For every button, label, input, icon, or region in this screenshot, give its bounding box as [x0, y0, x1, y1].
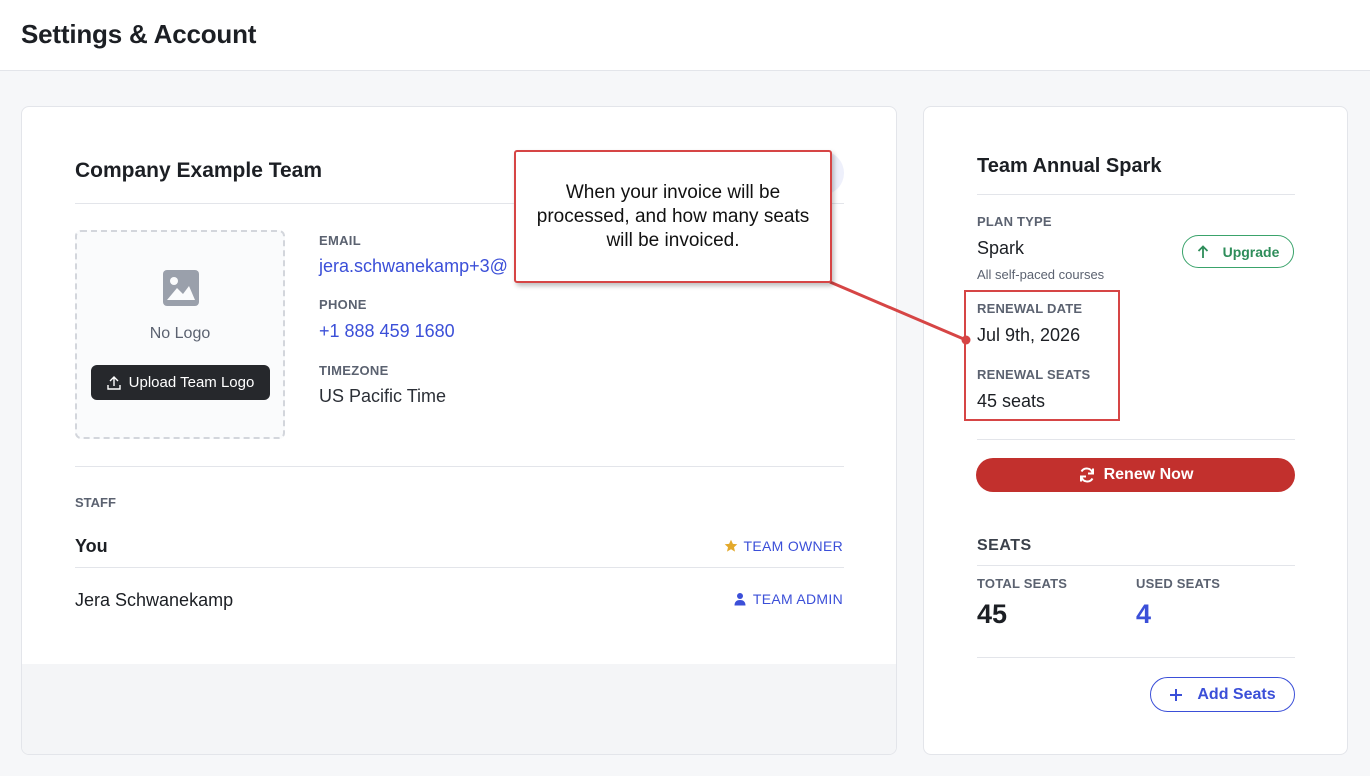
timezone-label: TIMEZONE: [319, 363, 389, 378]
email-label: EMAIL: [319, 233, 361, 248]
total-seats-value: 45: [977, 599, 1008, 629]
team-name: Company Example Team: [75, 159, 323, 182]
divider: [977, 657, 1295, 658]
role-badge-owner: TEAM OWNER: [724, 538, 843, 554]
staff-label: STAFF: [75, 495, 116, 510]
phone-link[interactable]: +1 888 459 1680: [319, 321, 455, 342]
plan-type-label: PLAN TYPE: [977, 214, 1052, 229]
renew-now-button[interactable]: Renew Now: [976, 458, 1295, 492]
upload-icon: [106, 375, 121, 390]
role-badge-admin: TEAM ADMIN: [733, 591, 843, 607]
plus-icon: [1170, 688, 1183, 701]
annotation-highlight-box: [964, 290, 1120, 421]
role-label: TEAM ADMIN: [752, 591, 843, 607]
upgrade-button[interactable]: Upgrade: [1182, 235, 1294, 268]
user-icon: [734, 593, 746, 606]
divider: [75, 567, 844, 568]
image-icon: [163, 270, 199, 306]
divider: [75, 466, 844, 467]
staff-member-name: Jera Schwanekamp: [75, 590, 234, 610]
card-footer: [22, 664, 896, 754]
add-seats-button[interactable]: Add Seats: [1150, 677, 1295, 712]
annotation-callout: When your invoice will be processed, and…: [514, 150, 832, 283]
seats-heading: SEATS: [977, 537, 1032, 554]
upload-team-logo-label: Upload Team Logo: [128, 374, 255, 391]
email-link[interactable]: jera.schwanekamp+3@: [319, 256, 508, 277]
upgrade-label: Upgrade: [1222, 243, 1280, 260]
plan-title: Team Annual Spark: [977, 155, 1162, 177]
total-seats-label: TOTAL SEATS: [977, 576, 1068, 591]
page-header: Settings & Account: [0, 0, 1370, 71]
no-logo-text: No Logo: [149, 325, 211, 342]
phone-label: PHONE: [319, 297, 367, 312]
used-seats-label: USED SEATS: [1136, 576, 1221, 591]
plan-card: Team Annual Spark PLAN TYPE Spark All se…: [923, 106, 1348, 755]
upload-team-logo-button[interactable]: Upload Team Logo: [91, 365, 270, 400]
arrow-up-icon: [1197, 244, 1208, 258]
team-logo-dropzone[interactable]: No Logo Upload Team Logo: [75, 230, 285, 439]
renew-now-label: Renew Now: [1103, 466, 1194, 483]
plan-type-description: All self-paced courses: [977, 267, 1105, 282]
plan-type-value: Spark: [977, 238, 1025, 258]
divider: [977, 565, 1295, 566]
used-seats-value[interactable]: 4: [1136, 599, 1151, 630]
refresh-icon: [1079, 467, 1094, 483]
divider: [977, 439, 1295, 440]
divider: [977, 194, 1295, 195]
annotation-text: When your invoice will be processed, and…: [536, 182, 810, 251]
staff-member-name: You: [75, 536, 108, 556]
role-label: TEAM OWNER: [743, 538, 843, 554]
star-icon: [724, 539, 737, 552]
add-seats-label: Add Seats: [1197, 685, 1276, 703]
timezone-value: US Pacific Time: [319, 386, 447, 406]
page-title: Settings & Account: [21, 19, 257, 49]
